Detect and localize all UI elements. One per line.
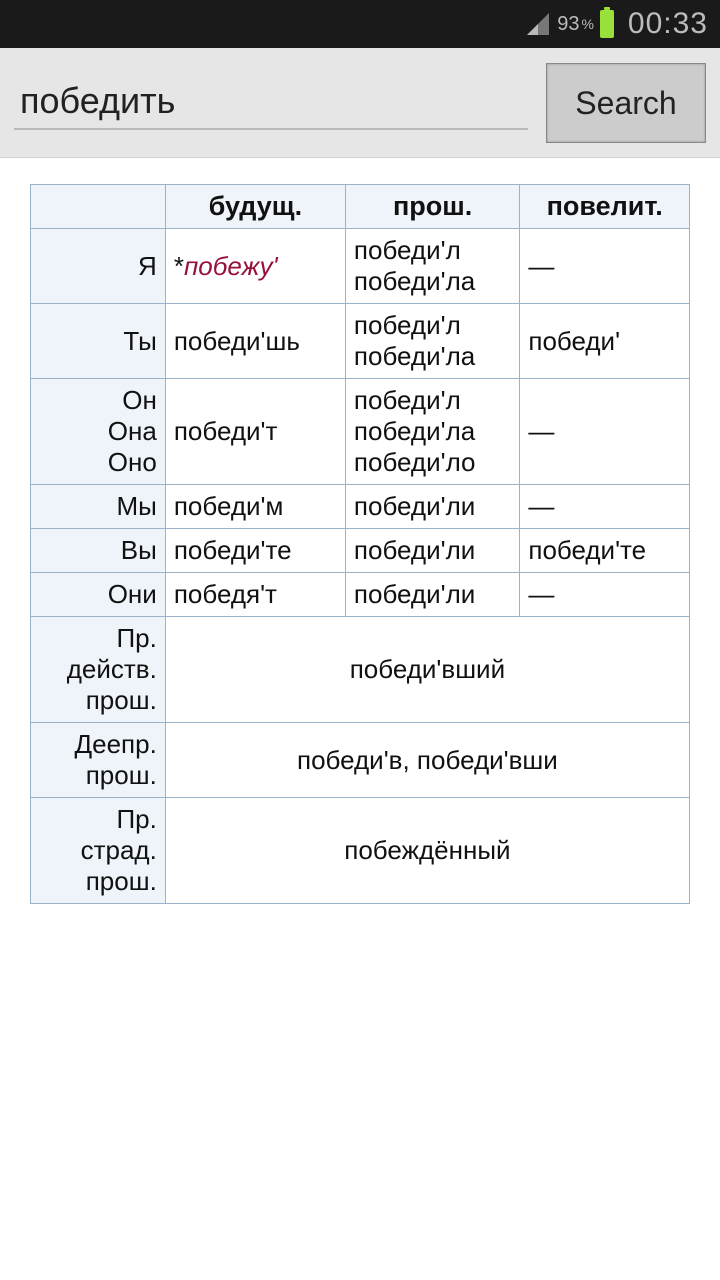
cell-merged: победи'вший bbox=[165, 617, 689, 723]
cell-merged: побеждённый bbox=[165, 798, 689, 904]
battery-percent: 93 bbox=[557, 13, 579, 36]
search-button[interactable]: Search bbox=[546, 63, 706, 143]
row-label: Мы bbox=[31, 485, 166, 529]
table-row: Мыпобеди'мпобеди'ли— bbox=[31, 485, 690, 529]
cell-imperative: — bbox=[520, 229, 690, 304]
cell-past: победи'ли bbox=[345, 529, 519, 573]
cell-past: победи'ли bbox=[345, 573, 519, 617]
row-label: Деепр.прош. bbox=[31, 723, 166, 798]
table-row: Пр.действ.прош.победи'вший bbox=[31, 617, 690, 723]
cell-future: победи'м bbox=[165, 485, 345, 529]
table-row: Тыпобеди'шьпобеди'лпобеди'лапобеди' bbox=[31, 304, 690, 379]
cell-past: победи'лпобеди'ла bbox=[345, 304, 519, 379]
battery-icon bbox=[600, 10, 614, 38]
cell-past: победи'лпобеди'лапобеди'ло bbox=[345, 379, 519, 485]
header-imperative: повелит. bbox=[520, 185, 690, 229]
search-bar: Search bbox=[0, 48, 720, 158]
conjugation-table: будущ. прош. повелит. Я*побежу'победи'лп… bbox=[30, 184, 690, 904]
cell-future: победи'т bbox=[165, 379, 345, 485]
cell-future: *побежу' bbox=[165, 229, 345, 304]
row-label: Пр.страд.прош. bbox=[31, 798, 166, 904]
table-row: Я*побежу'победи'лпобеди'ла— bbox=[31, 229, 690, 304]
table-header-row: будущ. прош. повелит. bbox=[31, 185, 690, 229]
header-future: будущ. bbox=[165, 185, 345, 229]
table-row: Деепр.прош.победи'в, победи'вши bbox=[31, 723, 690, 798]
cell-past: победи'ли bbox=[345, 485, 519, 529]
cell-merged: победи'в, победи'вши bbox=[165, 723, 689, 798]
table-row: Выпобеди'тепобеди'липобеди'те bbox=[31, 529, 690, 573]
row-label: Ты bbox=[31, 304, 166, 379]
table-row: Онипобедя'тпобеди'ли— bbox=[31, 573, 690, 617]
signal-icon bbox=[527, 13, 549, 35]
battery-percent-sign: % bbox=[581, 16, 593, 32]
clock: 00:33 bbox=[628, 7, 708, 41]
header-empty bbox=[31, 185, 166, 229]
cell-past: победи'лпобеди'ла bbox=[345, 229, 519, 304]
cell-imperative: победи'те bbox=[520, 529, 690, 573]
cell-future: победи'шь bbox=[165, 304, 345, 379]
row-label: ОнОнаОно bbox=[31, 379, 166, 485]
header-past: прош. bbox=[345, 185, 519, 229]
cell-future: победя'т bbox=[165, 573, 345, 617]
search-input[interactable] bbox=[14, 76, 528, 130]
cell-imperative: — bbox=[520, 379, 690, 485]
cell-imperative: — bbox=[520, 485, 690, 529]
cell-future: победи'те bbox=[165, 529, 345, 573]
content-area: будущ. прош. повелит. Я*побежу'победи'лп… bbox=[0, 158, 720, 930]
status-bar: 93 % 00:33 bbox=[0, 0, 720, 48]
table-row: Пр.страд.прош.побеждённый bbox=[31, 798, 690, 904]
row-label: Вы bbox=[31, 529, 166, 573]
row-label: Они bbox=[31, 573, 166, 617]
row-label: Пр.действ.прош. bbox=[31, 617, 166, 723]
cell-imperative: победи' bbox=[520, 304, 690, 379]
cell-imperative: — bbox=[520, 573, 690, 617]
row-label: Я bbox=[31, 229, 166, 304]
table-row: ОнОнаОнопобеди'тпобеди'лпобеди'лапобеди'… bbox=[31, 379, 690, 485]
